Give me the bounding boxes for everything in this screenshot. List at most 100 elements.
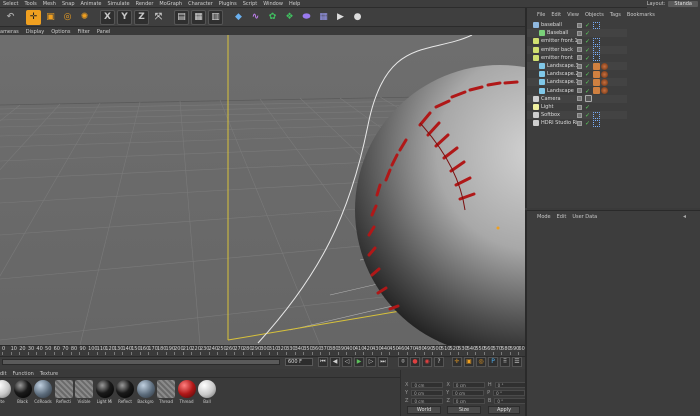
- scale-key-icon[interactable]: ▣: [464, 357, 474, 367]
- move-icon[interactable]: ✛: [26, 9, 41, 25]
- go-to-start-icon[interactable]: ⏮: [318, 357, 328, 367]
- visibility-icon[interactable]: [577, 71, 582, 77]
- enabled-check-icon[interactable]: ✓: [585, 63, 590, 70]
- enabled-check-icon[interactable]: ✓: [585, 55, 590, 62]
- spline-icon[interactable]: ∿: [248, 10, 263, 25]
- material-swatch[interactable]: CdRoads: [33, 380, 53, 404]
- enabled-check-icon[interactable]: ✓: [585, 71, 590, 78]
- reverse-icon[interactable]: ◁: [342, 357, 352, 367]
- coordinate-system-icon[interactable]: ⤧: [151, 10, 166, 25]
- material-tag-icon[interactable]: [601, 62, 608, 70]
- viewport-menu-panel[interactable]: Panel: [97, 29, 111, 35]
- material-tag-icon[interactable]: [601, 78, 608, 86]
- enabled-check-icon[interactable]: ✓: [585, 79, 590, 86]
- visibility-icon[interactable]: [577, 79, 582, 85]
- menu-item[interactable]: Animate: [78, 1, 105, 7]
- coordinate-field[interactable]: 0 cm: [452, 398, 485, 404]
- texture-tag-icon[interactable]: [593, 70, 600, 78]
- material-swatch[interactable]: Thread: [177, 380, 197, 404]
- material-swatch[interactable]: Reflect: [115, 380, 135, 404]
- material-swatch[interactable]: Visible: [74, 380, 94, 404]
- visibility-icon[interactable]: [577, 96, 582, 102]
- tag-icon[interactable]: [593, 21, 600, 29]
- autokey-icon[interactable]: ◉: [422, 357, 432, 367]
- object-menu-view[interactable]: View: [567, 12, 579, 18]
- z-axis-icon[interactable]: Z: [134, 9, 149, 25]
- coordinate-field[interactable]: 0 °: [494, 382, 527, 388]
- visibility-icon[interactable]: [577, 22, 582, 28]
- viewport-menu-cameras[interactable]: ameras: [0, 29, 19, 35]
- material-swatch[interactable]: Ball: [197, 380, 217, 404]
- recent-tool-icon[interactable]: ✺: [77, 10, 92, 25]
- render-picture-viewer-icon[interactable]: ▦: [191, 9, 206, 25]
- visibility-icon[interactable]: [577, 112, 582, 118]
- record-icon[interactable]: ●: [410, 357, 420, 367]
- enabled-check-icon[interactable]: ✓: [585, 88, 590, 95]
- coordinate-field[interactable]: 0 cm: [452, 382, 485, 388]
- visibility-icon[interactable]: [577, 88, 582, 94]
- visibility-icon[interactable]: [577, 38, 582, 44]
- visibility-icon[interactable]: [577, 63, 582, 69]
- tag-icon[interactable]: [593, 54, 600, 62]
- viewport-menu-options[interactable]: Options: [51, 29, 70, 35]
- menu-item[interactable]: Tools: [21, 1, 39, 7]
- menu-item[interactable]: Mesh: [40, 1, 59, 7]
- array-icon[interactable]: ❖: [282, 10, 297, 25]
- visibility-icon[interactable]: [577, 120, 582, 126]
- viewport-menu-display[interactable]: Display: [26, 29, 44, 35]
- coordinate-size-dropdown[interactable]: Size: [447, 406, 481, 414]
- texture-tag-icon[interactable]: [593, 87, 600, 95]
- menu-item[interactable]: Script: [240, 1, 261, 7]
- position-key-icon[interactable]: ✛: [452, 357, 462, 367]
- material-swatch[interactable]: Thread: [156, 380, 176, 404]
- camera-icon[interactable]: ▶: [333, 10, 348, 25]
- render-settings-icon[interactable]: ▥: [208, 9, 223, 25]
- keyframe-icon[interactable]: ⌾: [398, 357, 408, 367]
- visibility-icon[interactable]: [577, 30, 582, 36]
- undo-icon[interactable]: ↶: [3, 10, 18, 25]
- enabled-check-icon[interactable]: ✓: [585, 120, 590, 127]
- camera-tag-icon[interactable]: [585, 95, 592, 103]
- coordinate-field[interactable]: 0 °: [493, 390, 526, 396]
- render-view-icon[interactable]: ▤: [174, 9, 189, 25]
- texture-tag-icon[interactable]: [593, 78, 600, 86]
- material-swatch[interactable]: Light Mi: [95, 380, 115, 404]
- material-tag-icon[interactable]: [601, 70, 608, 78]
- menu-item[interactable]: Simulate: [104, 1, 132, 7]
- tag-icon[interactable]: [593, 111, 600, 119]
- object-menu-bookmarks[interactable]: Bookmarks: [627, 12, 655, 18]
- attribute-menu-user-data[interactable]: User Data: [572, 214, 597, 220]
- step-forward-icon[interactable]: ▷: [366, 357, 376, 367]
- visibility-icon[interactable]: [577, 47, 582, 53]
- go-to-end-icon[interactable]: ⏭: [378, 357, 388, 367]
- menu-item[interactable]: Help: [286, 1, 303, 7]
- point-level-icon[interactable]: ⠿: [500, 357, 510, 367]
- timeline-ruler[interactable]: 0 10 20 30 40 50 60 70 80 90 100 110 120 130 140 150 160…: [0, 345, 528, 356]
- parameter-key-icon[interactable]: P: [488, 357, 498, 367]
- timeline-menu-icon[interactable]: ☰: [512, 357, 522, 367]
- layout-dropdown[interactable]: Standa: [668, 1, 698, 7]
- menu-item[interactable]: Window: [260, 1, 286, 7]
- material-swatch[interactable]: Reflecti: [54, 380, 74, 404]
- object-menu-objects[interactable]: Objects: [585, 12, 604, 18]
- enabled-check-icon[interactable]: ✓: [585, 47, 590, 54]
- menu-item[interactable]: Snap: [59, 1, 78, 7]
- attribute-menu-mode[interactable]: Mode: [537, 214, 551, 220]
- material-menu-texture[interactable]: Texture: [40, 371, 58, 377]
- enabled-check-icon[interactable]: ✓: [585, 112, 590, 119]
- visibility-icon[interactable]: [577, 104, 582, 110]
- material-swatch[interactable]: ite: [0, 380, 12, 404]
- object-menu-edit[interactable]: Edit: [551, 12, 561, 18]
- tag-icon[interactable]: [593, 37, 600, 45]
- cube-icon[interactable]: ◆: [231, 10, 246, 25]
- enabled-check-icon[interactable]: ✓: [585, 104, 590, 111]
- apply-button[interactable]: Apply: [488, 406, 520, 414]
- rotate-icon[interactable]: ◎: [60, 10, 75, 25]
- timeline-slider[interactable]: [2, 359, 280, 365]
- nurbs-icon[interactable]: ✿: [265, 10, 280, 25]
- deformer-icon[interactable]: ⬬: [299, 10, 314, 25]
- perspective-viewport[interactable]: [0, 35, 525, 345]
- keyframe-selection-icon[interactable]: ?: [434, 357, 444, 367]
- menu-item[interactable]: Render: [133, 1, 157, 7]
- coordinate-field[interactable]: 0 cm: [411, 390, 444, 396]
